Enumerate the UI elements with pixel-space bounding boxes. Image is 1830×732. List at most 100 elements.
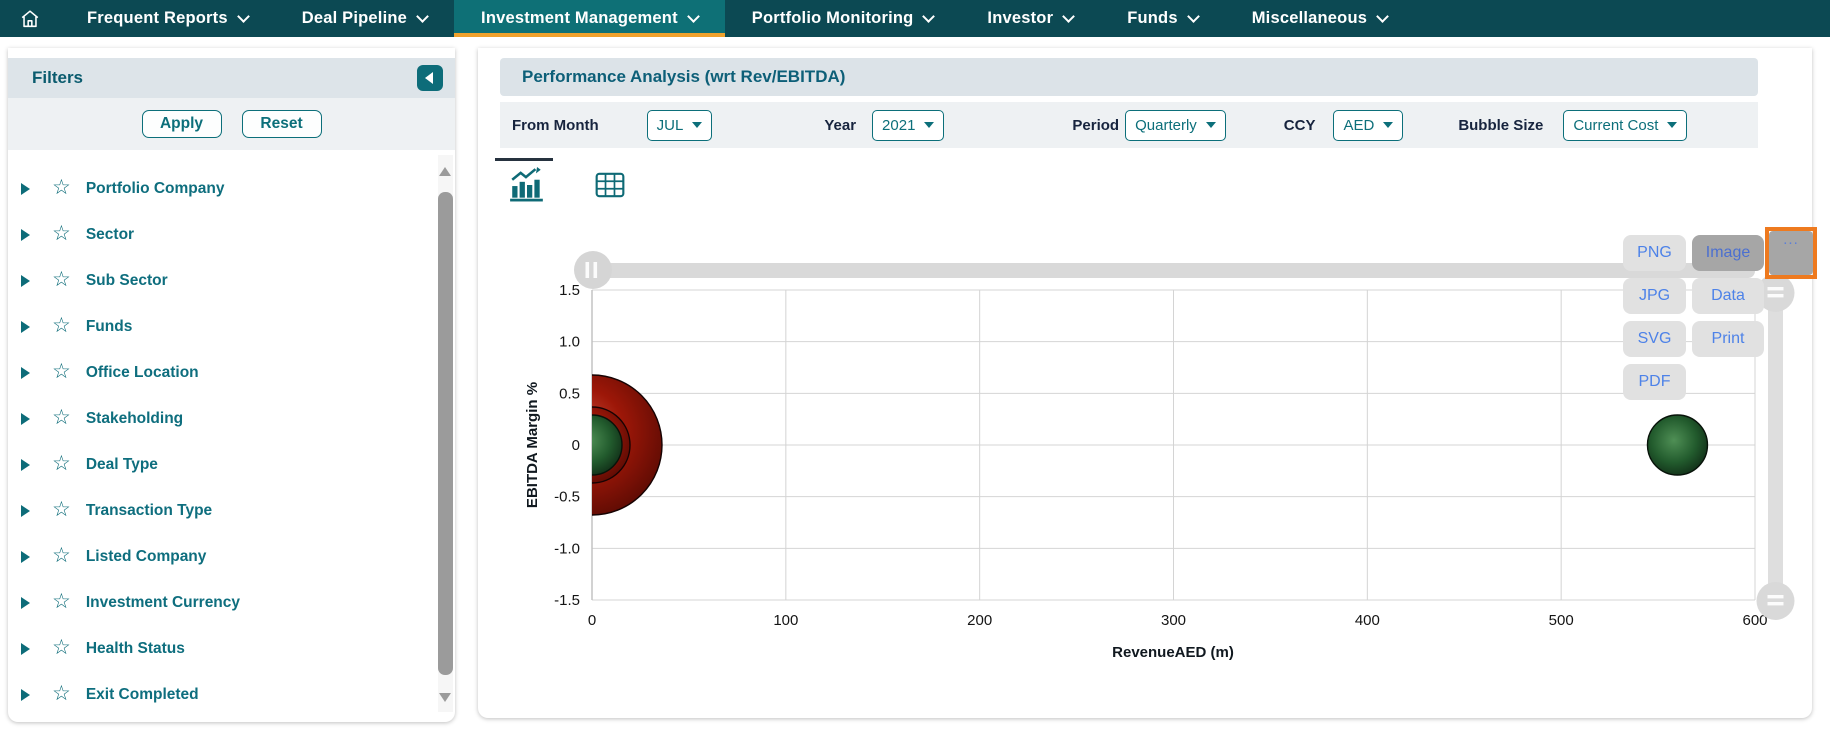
bar-chart-icon xyxy=(508,166,546,204)
panel-title-bar: Performance Analysis (wrt Rev/EBITDA) xyxy=(500,58,1758,96)
caret-down-icon xyxy=(1383,122,1393,128)
nav-item-deal-pipeline[interactable]: Deal Pipeline xyxy=(275,0,454,37)
favorite-star-icon[interactable]: ☆ xyxy=(52,315,71,336)
filter-item-listed-company[interactable]: ☆Listed Company xyxy=(8,534,432,580)
sidebar-scrollbar[interactable] xyxy=(438,155,453,712)
collapse-panel-button[interactable] xyxy=(417,65,443,91)
caret-down-icon xyxy=(924,122,934,128)
favorite-star-icon[interactable]: ☆ xyxy=(52,591,71,612)
slider-handle-icon[interactable] xyxy=(574,251,612,289)
favorite-star-icon[interactable]: ☆ xyxy=(52,269,71,290)
scrollbar-thumb[interactable] xyxy=(438,192,453,675)
filter-label: Sub Sector xyxy=(86,272,168,290)
nav-item-investor[interactable]: Investor xyxy=(960,0,1100,37)
bubble-chart: 01002003004005006001.51.00.50-0.5-1.0-1.… xyxy=(490,205,1800,685)
filter-label: Health Status xyxy=(86,640,185,658)
dropdown-from-month[interactable]: JUL xyxy=(647,110,713,141)
filter-label: Funds xyxy=(86,318,133,336)
y-tick-label: -1.0 xyxy=(554,540,580,557)
export-jpg-button[interactable]: JPG xyxy=(1623,278,1686,314)
x-tick-label: 100 xyxy=(773,612,798,629)
dropdown-year[interactable]: 2021 xyxy=(872,110,944,141)
scroll-down-icon[interactable] xyxy=(439,693,451,702)
dropdown-bubble-size[interactable]: Current Cost xyxy=(1563,110,1687,141)
filter-list: ☆Portfolio Company☆Sector☆Sub Sector☆Fun… xyxy=(8,152,432,718)
control-label-bubble-size: Bubble Size xyxy=(1458,117,1543,134)
expand-arrow-icon[interactable] xyxy=(21,643,30,655)
expand-arrow-icon[interactable] xyxy=(21,597,30,609)
expand-arrow-icon[interactable] xyxy=(21,367,30,379)
favorite-star-icon[interactable]: ☆ xyxy=(52,177,71,198)
nav-item-funds[interactable]: Funds xyxy=(1100,0,1225,37)
export-data-button[interactable]: Data xyxy=(1692,278,1764,314)
apply-button[interactable]: Apply xyxy=(142,110,222,138)
more-options-button[interactable]: ... xyxy=(1769,231,1813,275)
favorite-star-icon[interactable]: ☆ xyxy=(52,637,71,658)
favorite-star-icon[interactable]: ☆ xyxy=(52,407,71,428)
favorite-star-icon[interactable]: ☆ xyxy=(52,223,71,244)
scroll-up-icon[interactable] xyxy=(439,167,451,176)
x-range-slider[interactable] xyxy=(574,251,1755,289)
x-tick-label: 200 xyxy=(967,612,992,629)
y-tick-label: 0 xyxy=(572,437,580,454)
expand-arrow-icon[interactable] xyxy=(21,321,30,333)
nav-item-frequent-reports[interactable]: Frequent Reports xyxy=(60,0,275,37)
filters-header: Filters xyxy=(8,58,455,98)
filter-item-sector[interactable]: ☆Sector xyxy=(8,212,432,258)
y-tick-label: 1.5 xyxy=(559,282,580,299)
favorite-star-icon[interactable]: ☆ xyxy=(52,545,71,566)
chevron-down-icon xyxy=(923,10,936,23)
nav-item-portfolio-monitoring[interactable]: Portfolio Monitoring xyxy=(725,0,961,37)
nav-item-label: Funds xyxy=(1127,9,1178,28)
x-axis-title: RevenueAED (m) xyxy=(1112,644,1234,661)
filter-label: Transaction Type xyxy=(86,502,212,520)
filter-item-deal-type[interactable]: ☆Deal Type xyxy=(8,442,432,488)
nav-item-investment-management[interactable]: Investment Management xyxy=(454,0,725,37)
favorite-star-icon[interactable]: ☆ xyxy=(52,361,71,382)
chart-view-button[interactable] xyxy=(508,166,546,209)
expand-arrow-icon[interactable] xyxy=(21,689,30,701)
caret-down-icon xyxy=(1206,122,1216,128)
home-button[interactable] xyxy=(0,0,60,37)
filter-item-investment-currency[interactable]: ☆Investment Currency xyxy=(8,580,432,626)
export-pdf-button[interactable]: PDF xyxy=(1623,364,1686,400)
slider-handle-bottom-icon[interactable] xyxy=(1757,582,1795,620)
expand-arrow-icon[interactable] xyxy=(21,505,30,517)
nav-item-label: Deal Pipeline xyxy=(302,9,407,28)
bubble-green-right[interactable] xyxy=(1647,415,1707,475)
x-tick-label: 500 xyxy=(1549,612,1574,629)
nav-item-miscellaneous[interactable]: Miscellaneous xyxy=(1225,0,1414,37)
dropdown-period[interactable]: Quarterly xyxy=(1125,110,1226,141)
filter-item-health-status[interactable]: ☆ Health Status xyxy=(8,626,432,672)
home-icon xyxy=(19,8,41,30)
favorite-star-icon[interactable]: ☆ xyxy=(52,453,71,474)
filter-item-transaction-type[interactable]: ☆ Transaction Type xyxy=(8,488,432,534)
export-png-button[interactable]: PNG xyxy=(1623,235,1686,271)
filter-item-funds[interactable]: ☆ Funds xyxy=(8,304,432,350)
chevron-down-icon xyxy=(1376,10,1389,23)
export-print-button[interactable]: Print xyxy=(1692,321,1764,357)
filter-item-stakeholding[interactable]: ☆Stakeholding xyxy=(8,396,432,442)
export-image-button[interactable]: Image xyxy=(1692,235,1764,271)
filter-item-portfolio-company[interactable]: ☆Portfolio Company xyxy=(8,166,432,212)
table-view-button[interactable] xyxy=(594,169,626,206)
chevron-down-icon xyxy=(1062,10,1075,23)
expand-arrow-icon[interactable] xyxy=(21,551,30,563)
filter-item-sub-sector[interactable]: ☆ Sub Sector xyxy=(8,258,432,304)
expand-arrow-icon[interactable] xyxy=(21,413,30,425)
dropdown-ccy[interactable]: AED xyxy=(1333,110,1403,141)
filter-item-exit-completed[interactable]: ☆ Exit Completed xyxy=(8,672,432,718)
favorite-star-icon[interactable]: ☆ xyxy=(52,683,71,704)
expand-arrow-icon[interactable] xyxy=(21,229,30,241)
expand-arrow-icon[interactable] xyxy=(21,183,30,195)
expand-arrow-icon[interactable] xyxy=(21,275,30,287)
expand-arrow-icon[interactable] xyxy=(21,459,30,471)
table-icon xyxy=(594,169,626,201)
export-svg-button[interactable]: SVG xyxy=(1623,321,1686,357)
export-format-menu: PNG JPG SVG PDF xyxy=(1623,235,1686,400)
favorite-star-icon[interactable]: ☆ xyxy=(52,499,71,520)
filter-label: Exit Completed xyxy=(86,686,199,704)
reset-button[interactable]: Reset xyxy=(242,110,322,138)
filter-item-office-location[interactable]: ☆Office Location xyxy=(8,350,432,396)
nav-item-label: Frequent Reports xyxy=(87,9,228,28)
